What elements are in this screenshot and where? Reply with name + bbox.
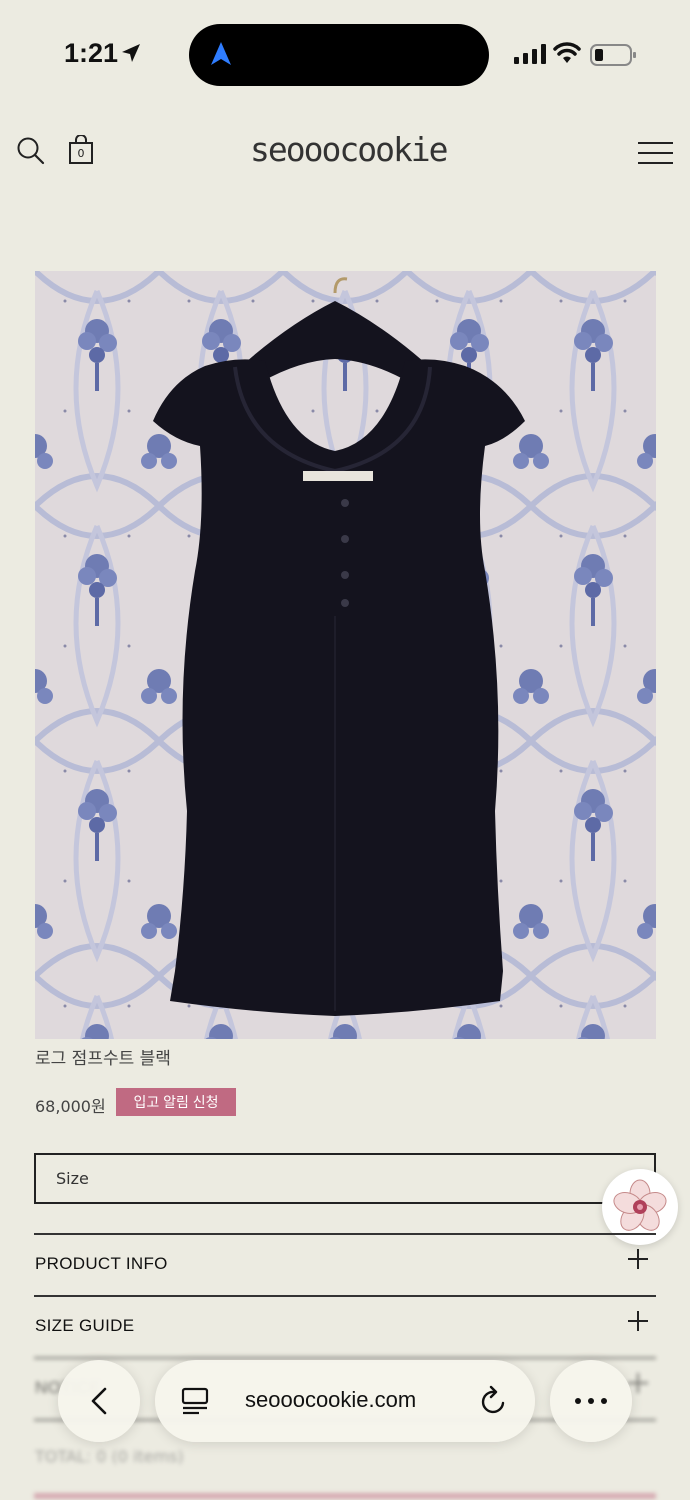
site-logo[interactable]: seooocookie (250, 130, 449, 169)
product-image[interactable] (35, 271, 656, 1039)
signal-icon (514, 44, 546, 68)
restock-notify-button[interactable]: 입고 알림 신청 (116, 1088, 236, 1116)
accordion-size-guide[interactable]: SIZE GUIDE (34, 1295, 656, 1357)
shopping-bag-icon[interactable]: 0 (68, 135, 94, 165)
status-time: 1:21 (64, 38, 119, 68)
plus-icon[interactable] (628, 1311, 648, 1331)
browser-back-button[interactable] (58, 1360, 140, 1442)
more-icon[interactable] (550, 1360, 632, 1442)
product-price: 68,000원 (35, 1097, 106, 1116)
plus-icon[interactable] (628, 1249, 648, 1269)
reload-icon[interactable] (479, 1385, 509, 1421)
battery-icon (590, 43, 638, 71)
cart-count: 0 (77, 147, 85, 160)
size-select[interactable]: Size (34, 1153, 656, 1204)
navigation-icon (209, 41, 233, 71)
more-dot (601, 1398, 607, 1404)
buy-button-edge[interactable] (34, 1493, 656, 1499)
more-dot (588, 1398, 594, 1404)
accordion-label: SIZE GUIDE (35, 1316, 135, 1335)
reader-icon[interactable] (181, 1387, 209, 1419)
url-text: seooocookie.com (245, 1387, 417, 1412)
site-header: 0 seooocookie (0, 118, 690, 188)
wifi-icon (553, 42, 581, 68)
address-bar[interactable]: seooocookie.com (155, 1360, 535, 1442)
more-dot (575, 1398, 581, 1404)
order-total: TOTAL: 0 (0 items) (35, 1447, 184, 1466)
product-name: 로그 점프수트 블랙 (35, 1049, 171, 1069)
accordion-product-info[interactable]: PRODUCT INFO (34, 1233, 656, 1295)
accordion-label: PRODUCT INFO (35, 1254, 168, 1273)
dynamic-island (189, 24, 489, 86)
plus-icon[interactable] (628, 1373, 648, 1393)
back-chevron-icon (91, 1387, 107, 1415)
hamburger-menu-icon[interactable] (638, 142, 673, 166)
location-arrow-icon (120, 42, 142, 68)
search-icon[interactable] (16, 136, 46, 170)
status-bar: 1:21 (0, 0, 690, 110)
size-select-placeholder: Size (56, 1169, 89, 1188)
